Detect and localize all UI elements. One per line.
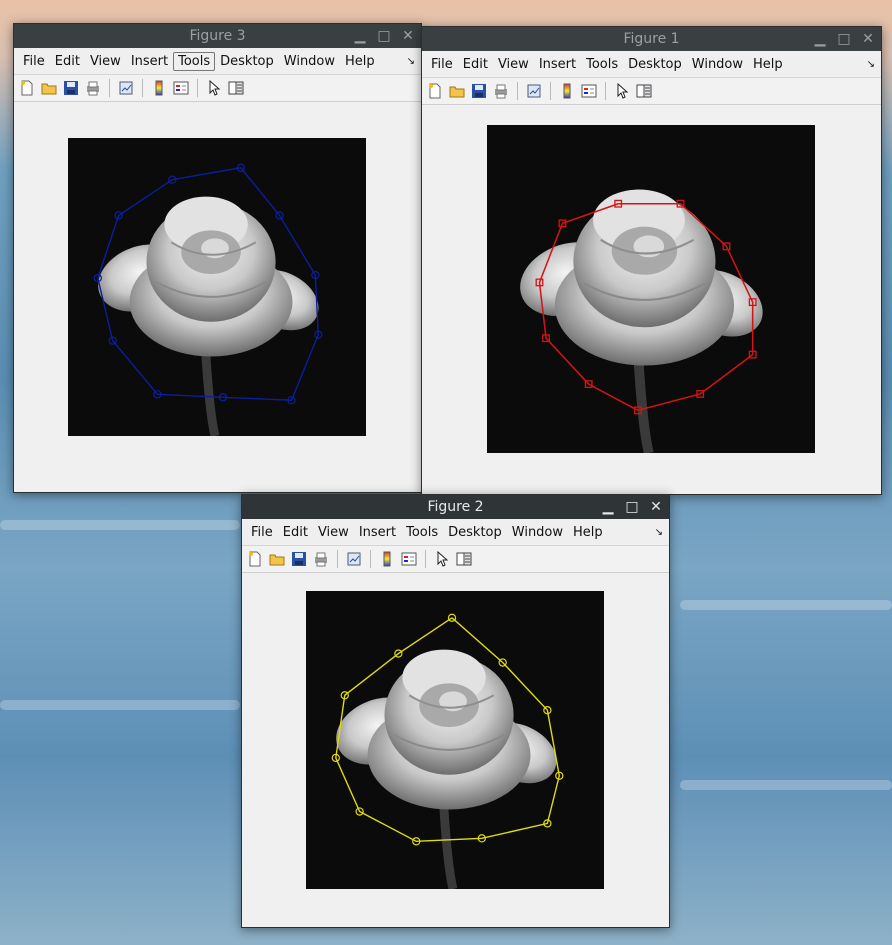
maximize-button[interactable]: □ [625,500,639,514]
toolbar-separator [517,82,518,100]
toolbar-separator [197,79,198,97]
property-editor-icon[interactable] [227,79,245,97]
menu-edit[interactable]: Edit [278,523,313,542]
toolbar-separator [550,82,551,100]
image-axes[interactable] [487,125,815,453]
menu-tools[interactable]: Tools [401,523,443,542]
menu-view[interactable]: View [313,523,354,542]
menu-edit[interactable]: Edit [50,52,85,71]
maximize-button[interactable]: □ [837,32,851,46]
menu-overflow-arrow-icon[interactable]: ↘ [655,527,663,538]
menu-window[interactable]: Window [507,523,568,542]
close-button[interactable]: ✕ [401,29,415,43]
pointer-icon[interactable] [205,79,223,97]
menu-insert[interactable]: Insert [126,52,173,71]
close-button[interactable]: ✕ [861,32,875,46]
menu-overflow-arrow-icon[interactable]: ↘ [407,56,415,67]
figure2-window: Figure 2 ▁ □ ✕ File Edit View Insert Too… [241,494,670,928]
toolbar-separator [337,550,338,568]
figure3-window: Figure 3 ▁ □ ✕ File Edit View Insert Too… [13,23,422,493]
menu-tools[interactable]: Tools [581,55,623,74]
minimize-button[interactable]: ▁ [813,32,827,46]
menubar: File Edit View Insert Tools Desktop Wind… [14,48,421,75]
menu-tools[interactable]: Tools [173,51,216,71]
figure-canvas [422,105,881,494]
toolbar-separator [142,79,143,97]
colorbar-icon[interactable] [378,550,396,568]
toolbar-separator [425,550,426,568]
new-figure-icon[interactable] [246,550,264,568]
figure2-titlebar[interactable]: Figure 2 ▁ □ ✕ [242,495,669,519]
open-file-icon[interactable] [268,550,286,568]
toolbar-separator [605,82,606,100]
save-icon[interactable] [470,82,488,100]
menu-desktop[interactable]: Desktop [623,55,687,74]
link-plot-icon[interactable] [525,82,543,100]
save-icon[interactable] [62,79,80,97]
close-button[interactable]: ✕ [649,500,663,514]
new-figure-icon[interactable] [426,82,444,100]
minimize-button[interactable]: ▁ [601,500,615,514]
menu-desktop[interactable]: Desktop [443,523,507,542]
open-file-icon[interactable] [40,79,58,97]
menu-window[interactable]: Window [279,52,340,71]
menu-insert[interactable]: Insert [354,523,401,542]
maximize-button[interactable]: □ [377,29,391,43]
open-file-icon[interactable] [448,82,466,100]
property-editor-icon[interactable] [635,82,653,100]
window-title: Figure 1 [623,31,680,47]
colorbar-icon[interactable] [150,79,168,97]
menu-help[interactable]: Help [340,52,380,71]
menu-file[interactable]: File [246,523,278,542]
menubar: File Edit View Insert Tools Desktop Wind… [242,519,669,546]
menu-insert[interactable]: Insert [534,55,581,74]
menu-edit[interactable]: Edit [458,55,493,74]
menu-desktop[interactable]: Desktop [215,52,279,71]
pointer-icon[interactable] [613,82,631,100]
menu-view[interactable]: View [85,52,126,71]
toolbar-separator [109,79,110,97]
figure-toolbar [242,546,669,573]
print-icon[interactable] [492,82,510,100]
rose-image [487,125,815,453]
legend-icon[interactable] [580,82,598,100]
toolbar-separator [370,550,371,568]
property-editor-icon[interactable] [455,550,473,568]
colorbar-icon[interactable] [558,82,576,100]
link-plot-icon[interactable] [117,79,135,97]
menu-view[interactable]: View [493,55,534,74]
menu-file[interactable]: File [18,52,50,71]
legend-icon[interactable] [172,79,190,97]
menu-help[interactable]: Help [748,55,788,74]
menu-overflow-arrow-icon[interactable]: ↘ [867,59,875,70]
save-icon[interactable] [290,550,308,568]
print-icon[interactable] [84,79,102,97]
figure3-titlebar[interactable]: Figure 3 ▁ □ ✕ [14,24,421,48]
figure-toolbar [422,78,881,105]
image-axes[interactable] [68,138,366,436]
rose-image [306,591,604,889]
link-plot-icon[interactable] [345,550,363,568]
figure-canvas [14,102,421,492]
pointer-icon[interactable] [433,550,451,568]
rose-image [68,138,366,436]
legend-icon[interactable] [400,550,418,568]
menu-help[interactable]: Help [568,523,608,542]
window-title: Figure 2 [427,499,484,515]
menubar: File Edit View Insert Tools Desktop Wind… [422,51,881,78]
new-figure-icon[interactable] [18,79,36,97]
minimize-button[interactable]: ▁ [353,29,367,43]
figure-canvas [242,573,669,927]
print-icon[interactable] [312,550,330,568]
menu-window[interactable]: Window [687,55,748,74]
image-axes[interactable] [306,591,604,889]
menu-file[interactable]: File [426,55,458,74]
window-title: Figure 3 [189,28,246,44]
figure1-titlebar[interactable]: Figure 1 ▁ □ ✕ [422,27,881,51]
figure1-window: Figure 1 ▁ □ ✕ File Edit View Insert Too… [421,26,882,495]
figure-toolbar [14,75,421,102]
